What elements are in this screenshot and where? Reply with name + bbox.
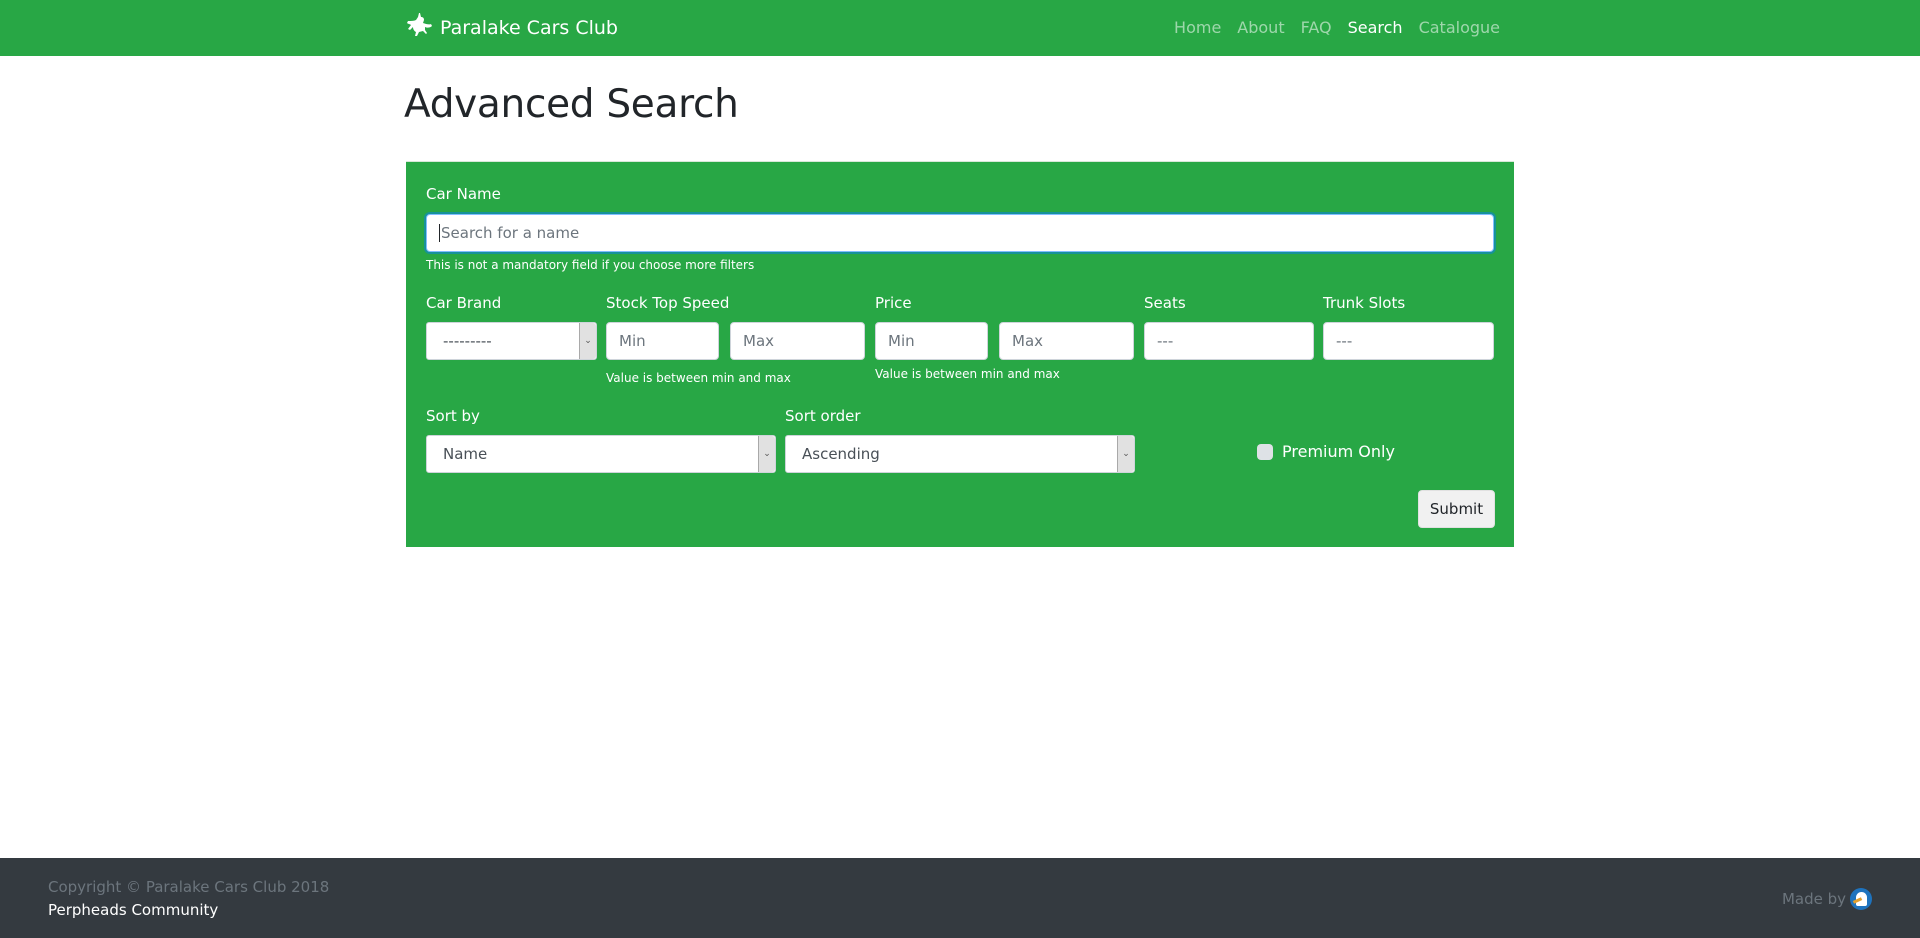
nav-link-catalogue[interactable]: Catalogue bbox=[1411, 0, 1508, 56]
seats-input[interactable]: --- bbox=[1144, 322, 1314, 360]
sort-by-select[interactable]: Name ⌄ bbox=[426, 435, 776, 473]
community-link[interactable]: Perpheads Community bbox=[48, 901, 218, 919]
stock-top-speed-label: Stock Top Speed bbox=[606, 294, 730, 312]
text-cursor bbox=[439, 224, 440, 242]
horse-icon bbox=[405, 11, 435, 46]
chevron-down-icon: ⌄ bbox=[1117, 436, 1134, 472]
page-title: Advanced Search bbox=[404, 82, 739, 127]
trunk-slots-input[interactable]: --- bbox=[1323, 322, 1494, 360]
premium-only-field: Premium Only bbox=[1257, 442, 1395, 461]
car-brand-select[interactable]: --------- ⌄ bbox=[426, 322, 597, 360]
nav-link-search[interactable]: Search bbox=[1340, 0, 1411, 56]
price-min-input[interactable]: Min bbox=[875, 322, 988, 360]
price-label: Price bbox=[875, 294, 912, 312]
top-navbar: Paralake Cars Club Home About FAQ Search… bbox=[0, 0, 1920, 56]
car-brand-selected: --------- bbox=[443, 332, 492, 350]
sort-by-label: Sort by bbox=[426, 407, 480, 425]
seats-placeholder: --- bbox=[1157, 332, 1174, 350]
footer: Copyright © Paralake Cars Club 2018 Perp… bbox=[0, 858, 1920, 938]
chevron-down-icon: ⌄ bbox=[758, 436, 775, 472]
brand-link[interactable]: Paralake Cars Club bbox=[405, 12, 618, 44]
nav-links: Home About FAQ Search Catalogue bbox=[1166, 0, 1508, 56]
sort-order-select[interactable]: Ascending ⌄ bbox=[785, 435, 1135, 473]
seats-label: Seats bbox=[1144, 294, 1186, 312]
car-name-help: This is not a mandatory field if you cho… bbox=[426, 258, 755, 272]
made-by-text: Made by bbox=[1781, 890, 1846, 908]
copyright-text: Copyright © Paralake Cars Club 2018 bbox=[48, 878, 330, 896]
premium-only-label[interactable]: Premium Only bbox=[1282, 442, 1395, 461]
car-brand-label: Car Brand bbox=[426, 294, 502, 312]
author-logo-icon[interactable] bbox=[1850, 888, 1872, 910]
price-help: Value is between min and max bbox=[875, 367, 1060, 381]
nav-link-about[interactable]: About bbox=[1229, 0, 1292, 56]
price-min-placeholder: Min bbox=[888, 332, 915, 350]
nav-link-faq[interactable]: FAQ bbox=[1293, 0, 1340, 56]
submit-button[interactable]: Submit bbox=[1418, 490, 1495, 528]
brand-name: Paralake Cars Club bbox=[440, 17, 618, 39]
car-name-input[interactable]: Search for a name bbox=[426, 214, 1494, 252]
car-name-placeholder: Search for a name bbox=[441, 224, 580, 242]
sort-order-label: Sort order bbox=[785, 407, 861, 425]
top-speed-max-input[interactable]: Max bbox=[730, 322, 865, 360]
top-speed-min-placeholder: Min bbox=[619, 332, 646, 350]
advanced-search-form: Car Name Search for a name This is not a… bbox=[406, 161, 1514, 547]
price-max-input[interactable]: Max bbox=[999, 322, 1134, 360]
made-by: Made by bbox=[1782, 888, 1872, 910]
sort-by-selected: Name bbox=[443, 445, 488, 463]
car-name-label: Car Name bbox=[426, 185, 501, 203]
top-speed-min-input[interactable]: Min bbox=[606, 322, 719, 360]
top-speed-max-placeholder: Max bbox=[743, 332, 775, 350]
sort-order-selected: Ascending bbox=[802, 445, 880, 463]
top-speed-help: Value is between min and max bbox=[606, 371, 791, 385]
trunk-slots-label: Trunk Slots bbox=[1323, 294, 1406, 312]
chevron-down-icon: ⌄ bbox=[579, 323, 596, 359]
price-max-placeholder: Max bbox=[1012, 332, 1044, 350]
nav-link-home[interactable]: Home bbox=[1166, 0, 1229, 56]
trunk-slots-placeholder: --- bbox=[1336, 332, 1353, 350]
premium-only-checkbox[interactable] bbox=[1257, 443, 1273, 460]
